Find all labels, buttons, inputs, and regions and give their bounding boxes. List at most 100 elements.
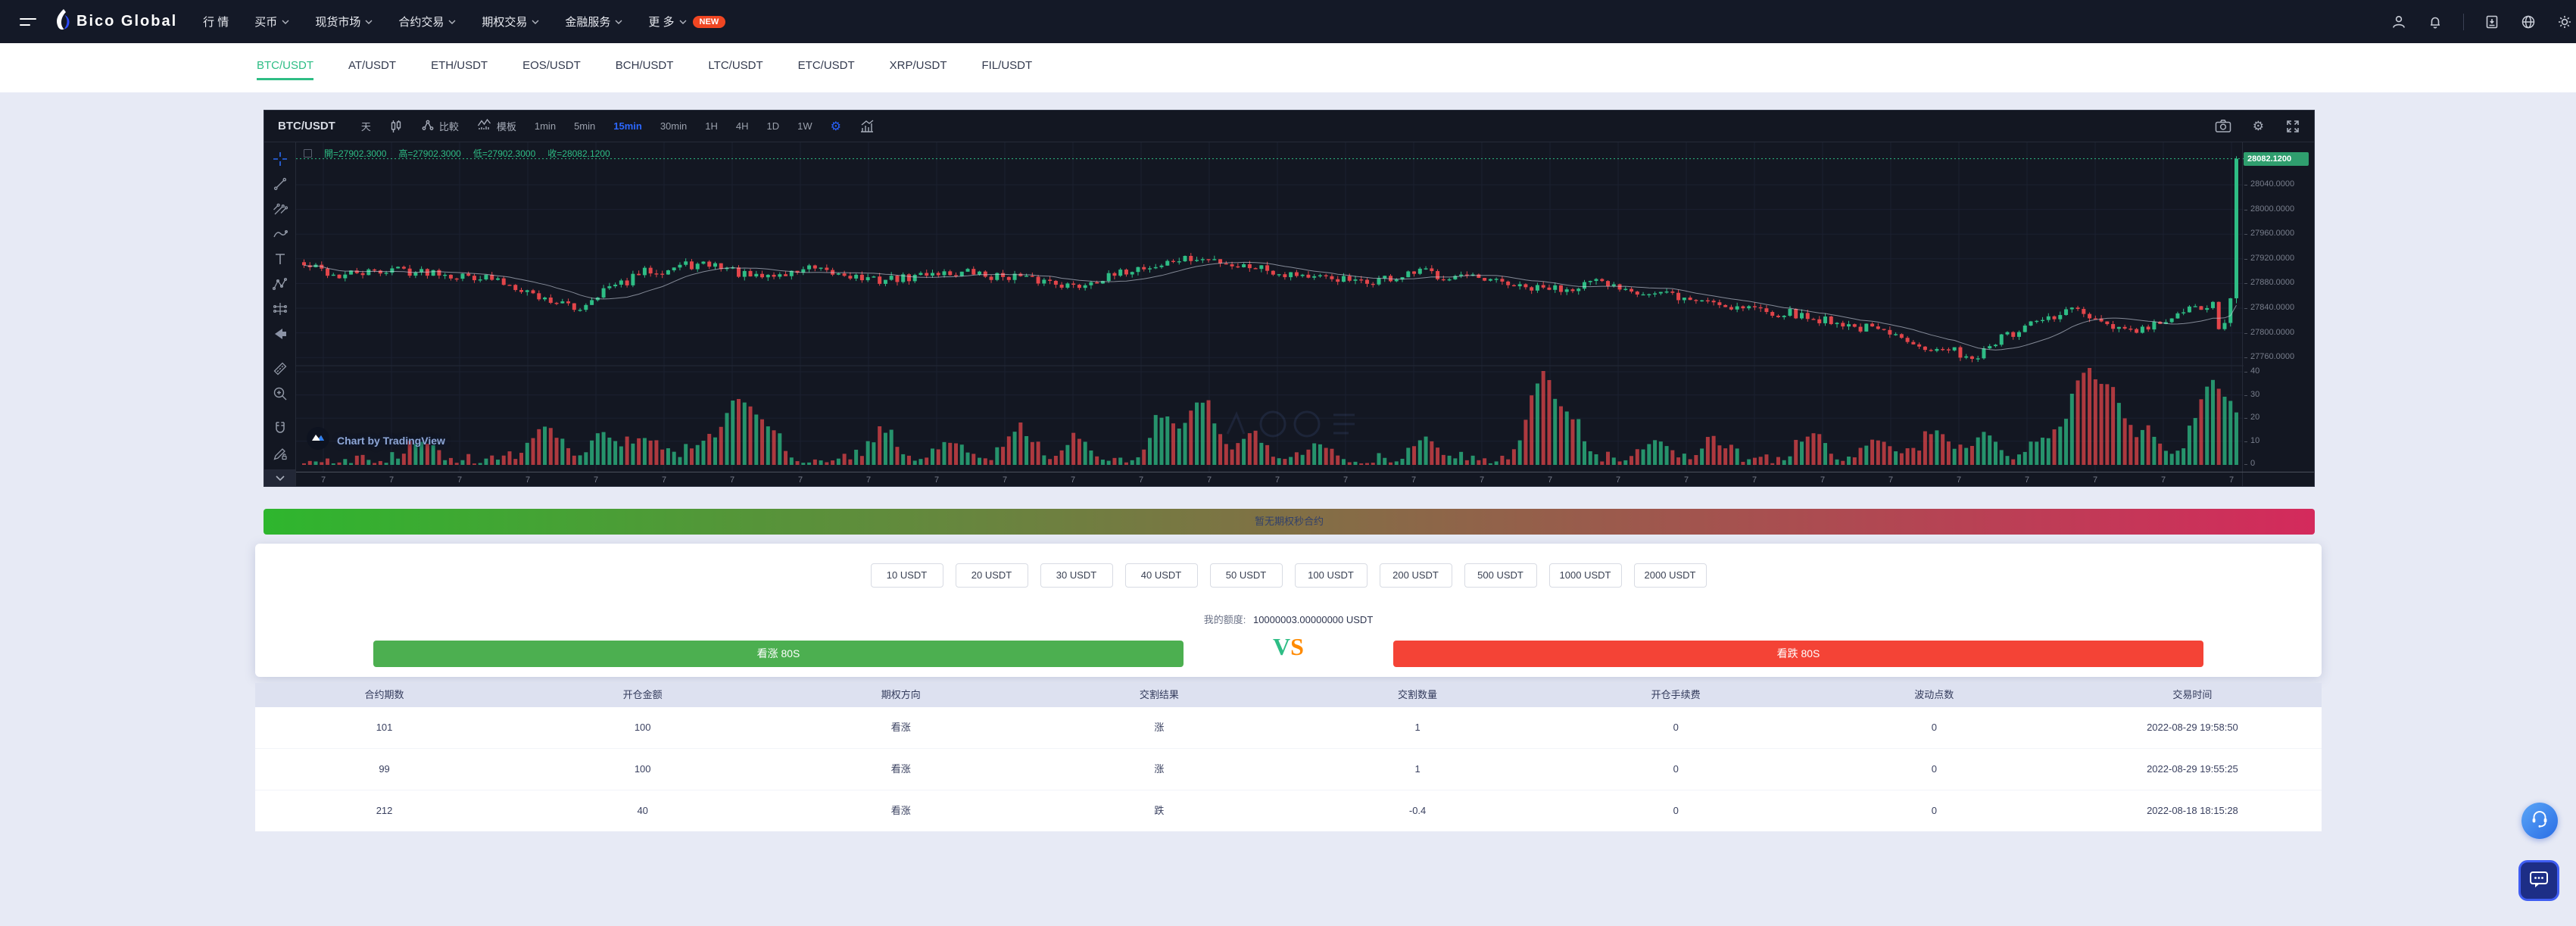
put-button[interactable]: 看跌 80S — [1393, 641, 2203, 667]
header-col-4: 交割数量 — [1398, 689, 1438, 700]
table-row: 99 100 看涨涨 1 0 0 2022-08-29 19:55:25 — [255, 748, 2322, 790]
compare-button[interactable]: 比較 — [421, 118, 459, 134]
amount-button-10[interactable]: 10 USDT — [870, 563, 943, 588]
tradingview-attribution[interactable]: Chart by TradingView — [307, 427, 445, 454]
magnet-tool-icon[interactable] — [272, 421, 288, 436]
amount-button-2000[interactable]: 2000 USDT — [1633, 563, 1707, 588]
nav-item-1[interactable]: 买币 — [254, 14, 289, 30]
pair-tab-XRP-USDT[interactable]: XRP/USDT — [890, 59, 947, 80]
nav-item-5[interactable]: 金融服务 — [565, 14, 622, 30]
indicators-icon[interactable] — [859, 119, 875, 133]
chart-settings-blue-icon[interactable]: ⚙ — [831, 119, 841, 134]
chevron-down-icon — [532, 20, 539, 24]
candle-style-icon[interactable] — [389, 120, 403, 133]
user-icon[interactable] — [2390, 14, 2407, 30]
amount-button-50[interactable]: 50 USDT — [1209, 563, 1283, 588]
customer-service-button[interactable] — [2521, 803, 2558, 839]
pair-tab-LTC-USDT[interactable]: LTC/USDT — [708, 59, 763, 80]
interval-15min[interactable]: 15min — [613, 120, 642, 132]
nav-item-3[interactable]: 合约交易 — [398, 14, 456, 30]
volume-tick-30: 30 — [2244, 389, 2260, 399]
cell-1: 100 — [634, 722, 651, 733]
amount-button-200[interactable]: 200 USDT — [1379, 563, 1452, 588]
pair-tab-BTC-USDT[interactable]: BTC/USDT — [257, 59, 313, 80]
cell-4: -0.4 — [1408, 805, 1427, 816]
crosshair-tool-icon[interactable] — [272, 151, 288, 167]
interval-4H[interactable]: 4H — [736, 120, 749, 132]
header-col-1: 开仓金额 — [622, 689, 663, 700]
navbar-right-icons — [2390, 13, 2576, 30]
price-axis[interactable]: 28082.1200 28040.0000 28000.0000 27960.000… — [2242, 142, 2314, 486]
cell-5: 0 — [1673, 805, 1679, 816]
chart-properties-gear-icon[interactable]: ⚙ — [2253, 119, 2264, 134]
time-tick: 7 — [389, 475, 395, 485]
theme-icon[interactable] — [2556, 14, 2573, 30]
brush-tool-icon[interactable] — [272, 226, 288, 242]
time-tick: 7 — [1684, 475, 1689, 485]
pair-tab-AT-USDT[interactable]: AT/USDT — [348, 59, 396, 80]
text-tool-icon[interactable] — [272, 251, 288, 267]
interval-5min[interactable]: 5min — [574, 120, 595, 132]
series-marker-icon[interactable] — [304, 149, 312, 157]
pair-tab-BCH-USDT[interactable]: BCH/USDT — [616, 59, 674, 80]
price-tick-27880.0000: 27880.0000 — [2244, 278, 2295, 288]
interval-30min[interactable]: 30min — [660, 120, 687, 132]
template-button[interactable]: 模板 — [477, 118, 516, 134]
manual-icon[interactable] — [2484, 14, 2500, 30]
interval-1D[interactable]: 1D — [767, 120, 780, 132]
forecast-tool-icon[interactable] — [272, 301, 288, 316]
nav-item-2[interactable]: 现货市场 — [315, 14, 373, 30]
time-tick: 7 — [798, 475, 803, 485]
cell-3: 涨 — [1154, 722, 1165, 733]
pitchfork-tool-icon[interactable] — [272, 201, 288, 217]
amount-button-20[interactable]: 20 USDT — [955, 563, 1028, 588]
interval-1H[interactable]: 1H — [705, 120, 718, 132]
live-chat-button[interactable] — [2518, 860, 2559, 901]
interval-1min[interactable]: 1min — [535, 120, 556, 132]
call-button[interactable]: 看涨 80S — [373, 641, 1184, 667]
time-tick: 7 — [1957, 475, 1962, 485]
ruler-tool-icon[interactable] — [272, 361, 288, 376]
table-row: 212 40 看涨 跌 -0.4 0 0 2022-08-18 18:15:28 — [255, 790, 2322, 831]
cell-1: 100 — [634, 763, 651, 775]
pair-tab-ETH-USDT[interactable]: ETH/USDT — [431, 59, 488, 80]
last-price-label: 28082.1200 — [2244, 152, 2309, 166]
toolbar-collapse-button[interactable] — [264, 469, 295, 486]
amount-button-100[interactable]: 100 USDT — [1294, 563, 1368, 588]
nav-item-label: 行 情 — [203, 16, 229, 29]
pattern-tool-icon[interactable] — [272, 276, 288, 292]
nav-item-label: 金融服务 — [565, 16, 611, 29]
option-status-banner[interactable]: 暂无期权秒合约 — [264, 509, 2315, 535]
interval-day-button[interactable]: 天 — [361, 119, 371, 133]
nav-item-label: 期权交易 — [482, 16, 528, 29]
candlestick-plot[interactable] — [296, 142, 2244, 487]
nav-item-4[interactable]: 期权交易 — [482, 14, 539, 30]
drawing-edit-lock-tool-icon[interactable] — [272, 446, 288, 461]
interval-1W[interactable]: 1W — [797, 120, 812, 132]
brand-logo[interactable]: Bico Global — [53, 8, 177, 35]
nav-item-6[interactable]: 更 多 NEW — [648, 14, 726, 30]
balance-label: 我的额度: — [1203, 614, 1246, 625]
pair-tab-FIL-USDT[interactable]: FIL/USDT — [982, 59, 1033, 80]
amount-button-500[interactable]: 500 USDT — [1464, 563, 1537, 588]
globe-icon[interactable] — [2520, 14, 2537, 30]
menu-hamburger-icon[interactable] — [20, 17, 36, 26]
amount-button-1000[interactable]: 1000 USDT — [1548, 563, 1622, 588]
cell-3: 涨 — [1154, 763, 1165, 775]
time-tick: 7 — [525, 475, 531, 485]
pair-tab-EOS-USDT[interactable]: EOS/USDT — [522, 59, 581, 80]
chevron-down-icon — [679, 20, 687, 24]
fullscreen-icon[interactable] — [2285, 119, 2300, 134]
bell-icon[interactable] — [2427, 14, 2443, 30]
nav-item-0[interactable]: 行 情 — [203, 14, 229, 30]
pair-tab-ETC-USDT[interactable]: ETC/USDT — [798, 59, 855, 80]
arrow-back-tool-icon[interactable] — [272, 326, 288, 341]
time-tick: 7 — [1480, 475, 1485, 485]
trendline-tool-icon[interactable] — [272, 176, 288, 192]
cell-1: 40 — [637, 805, 648, 816]
camera-icon[interactable] — [2215, 119, 2231, 133]
zoom-in-tool-icon[interactable] — [272, 386, 288, 401]
orders-table-body: 101 100 看涨涨 1 0 0 2022-08-29 19:58:50 99 100 看涨涨 1… — [255, 707, 2322, 831]
amount-button-30[interactable]: 30 USDT — [1040, 563, 1113, 588]
amount-button-40[interactable]: 40 USDT — [1124, 563, 1198, 588]
